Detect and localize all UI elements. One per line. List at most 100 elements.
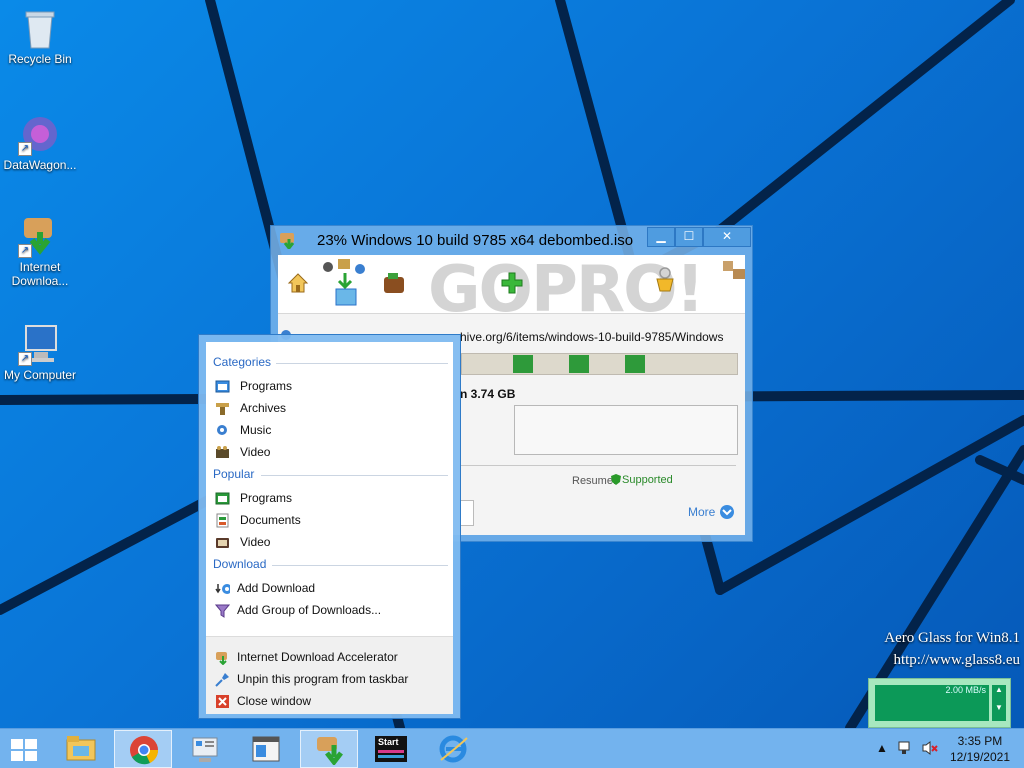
- shortcut-arrow-icon: ↗: [18, 142, 32, 156]
- jump-item-label: Internet Download Accelerator: [237, 650, 398, 664]
- video-icon: [216, 446, 229, 458]
- windows-logo-icon: [11, 739, 37, 761]
- maximize-button[interactable]: ☐: [675, 227, 703, 247]
- taskbar-ida[interactable]: [300, 730, 358, 768]
- desktop-icon-my-computer[interactable]: ↗ My Computer: [0, 322, 80, 382]
- clock-time: 3:35 PM: [957, 734, 1003, 748]
- start-app-label: Start: [378, 737, 399, 747]
- network-icon[interactable]: [897, 740, 913, 756]
- chevron-down-circle-icon[interactable]: [719, 504, 735, 520]
- minimize-button[interactable]: ▁: [647, 227, 675, 247]
- jump-item-add-download[interactable]: Add Download: [215, 578, 447, 598]
- close-window-icon: [216, 695, 229, 708]
- popular-header: Popular: [213, 467, 255, 481]
- download-url: hive.org/6/items/windows-10-build-9785/W…: [460, 330, 724, 344]
- tools-icon[interactable]: [721, 257, 747, 283]
- add-download-icon: [215, 584, 230, 594]
- ida-taskbar-icon: [317, 737, 343, 765]
- jump-item-open-app[interactable]: Internet Download Accelerator: [215, 647, 447, 667]
- window-titlebar[interactable]: 23% Windows 10 build 9785 x64 debombed.i…: [271, 226, 752, 254]
- aero-glass-title: Aero Glass for Win8.1: [884, 630, 1020, 646]
- jump-list-body: Categories Programs Archives Music Video…: [206, 342, 453, 714]
- resume-status: Supported: [622, 474, 673, 486]
- option-box[interactable]: [460, 500, 474, 526]
- file-explorer-icon: [66, 736, 96, 761]
- programs-icon: [215, 492, 230, 505]
- recycle-bin-icon: [18, 6, 62, 50]
- funnel-icon: [215, 604, 230, 618]
- chrome-icon: [130, 736, 159, 765]
- taskbar-start-app[interactable]: Start: [362, 730, 420, 768]
- download-header: Download: [213, 557, 267, 571]
- toolbar: GOPRO!: [278, 253, 747, 327]
- divider: [272, 565, 448, 566]
- taskbar-jump-list: Categories Programs Archives Music Video…: [198, 334, 461, 719]
- widget-arrows-icon[interactable]: ▲ ▼: [992, 685, 1006, 721]
- volume-muted-icon[interactable]: [921, 740, 939, 756]
- divider: [261, 475, 448, 476]
- desktop-icon-internet-download-accelerator[interactable]: ↗ Internet Downloa...: [0, 214, 80, 288]
- ida-app-icon: [280, 233, 295, 249]
- categories-download-icon[interactable]: [320, 257, 370, 311]
- desktop-icon-datawagon[interactable]: ↗ DataWagon...: [0, 112, 80, 172]
- download-size: n 3.74 GB: [460, 387, 516, 401]
- show-hidden-icons[interactable]: ▲: [876, 741, 888, 755]
- aero-glass-url: http://www.glass8.eu: [893, 652, 1020, 668]
- desktop-icon-label: DataWagon...: [3, 158, 77, 172]
- taskbar-chrome[interactable]: [114, 730, 172, 768]
- clock[interactable]: 3:35 PM 12/19/2021: [950, 733, 1010, 765]
- jump-item-label: Unpin this program from taskbar: [237, 672, 409, 686]
- jump-item-popular-video[interactable]: Video: [215, 532, 447, 552]
- download-progress-bar: [461, 353, 738, 375]
- network-speed: 2.00 MB/s: [945, 685, 986, 695]
- desktop: Recycle Bin ↗ DataWagon... ↗ Internet Do…: [0, 0, 1024, 728]
- documents-icon: [216, 513, 229, 528]
- taskbar-control-panel[interactable]: [176, 730, 234, 768]
- jump-item-label: Video: [240, 445, 271, 459]
- programs-icon: [215, 380, 230, 393]
- home-icon[interactable]: [286, 271, 310, 295]
- jump-item-popular-programs[interactable]: Programs: [215, 488, 447, 508]
- taskbar-window-app[interactable]: [237, 730, 295, 768]
- window-title: 23% Windows 10 build 9785 x64 debombed.i…: [317, 232, 634, 249]
- desktop-icon-label: My Computer: [3, 368, 77, 382]
- start-button[interactable]: [0, 730, 48, 768]
- plug-icon[interactable]: [653, 267, 677, 295]
- jump-item-label: Close window: [237, 694, 312, 708]
- jump-item-label: Programs: [240, 379, 293, 393]
- desktop-icon-recycle-bin[interactable]: Recycle Bin: [0, 6, 80, 66]
- taskbar-internet-explorer[interactable]: [424, 730, 482, 768]
- jump-item-video[interactable]: Video: [215, 442, 447, 462]
- progress-segment: [513, 355, 533, 373]
- close-button[interactable]: ✕: [703, 227, 751, 247]
- desktop-icon-label: Internet Downloa...: [11, 260, 69, 288]
- jump-item-label: Programs: [240, 491, 293, 505]
- info-panel: [514, 405, 738, 455]
- internet-explorer-icon: [439, 735, 468, 763]
- taskbar-file-explorer[interactable]: [52, 730, 110, 768]
- jump-item-archives[interactable]: Archives: [215, 398, 447, 418]
- jump-item-add-group[interactable]: Add Group of Downloads...: [215, 600, 447, 620]
- jump-item-label: Archives: [240, 401, 287, 415]
- clock-date: 12/19/2021: [949, 750, 1010, 764]
- internet-download-accelerator-icon: ↗: [18, 214, 62, 258]
- datawagon-icon: ↗: [18, 112, 62, 156]
- unpin-icon: [215, 673, 229, 687]
- jump-item-documents[interactable]: Documents: [215, 510, 447, 530]
- start-app-icon: Start: [375, 736, 407, 762]
- add-icon[interactable]: [500, 271, 524, 295]
- window-icon: [252, 736, 280, 762]
- archives-icon: [216, 403, 229, 415]
- jump-item-label: Documents: [240, 513, 301, 527]
- jump-item-music[interactable]: Music: [215, 420, 447, 440]
- jump-item-close-window[interactable]: Close window: [215, 691, 447, 711]
- jump-item-programs[interactable]: Programs: [215, 376, 447, 396]
- wallet-icon[interactable]: [382, 271, 406, 295]
- shield-check-icon: [611, 474, 621, 485]
- jump-item-unpin[interactable]: Unpin this program from taskbar: [215, 669, 447, 689]
- tv-icon: [216, 538, 229, 548]
- taskbar: Start ▲ 3:35 PM 12/19/2021: [0, 728, 1024, 768]
- more-link[interactable]: More: [688, 505, 715, 519]
- shortcut-arrow-icon: ↗: [18, 352, 32, 366]
- jump-item-label: Video: [240, 535, 271, 549]
